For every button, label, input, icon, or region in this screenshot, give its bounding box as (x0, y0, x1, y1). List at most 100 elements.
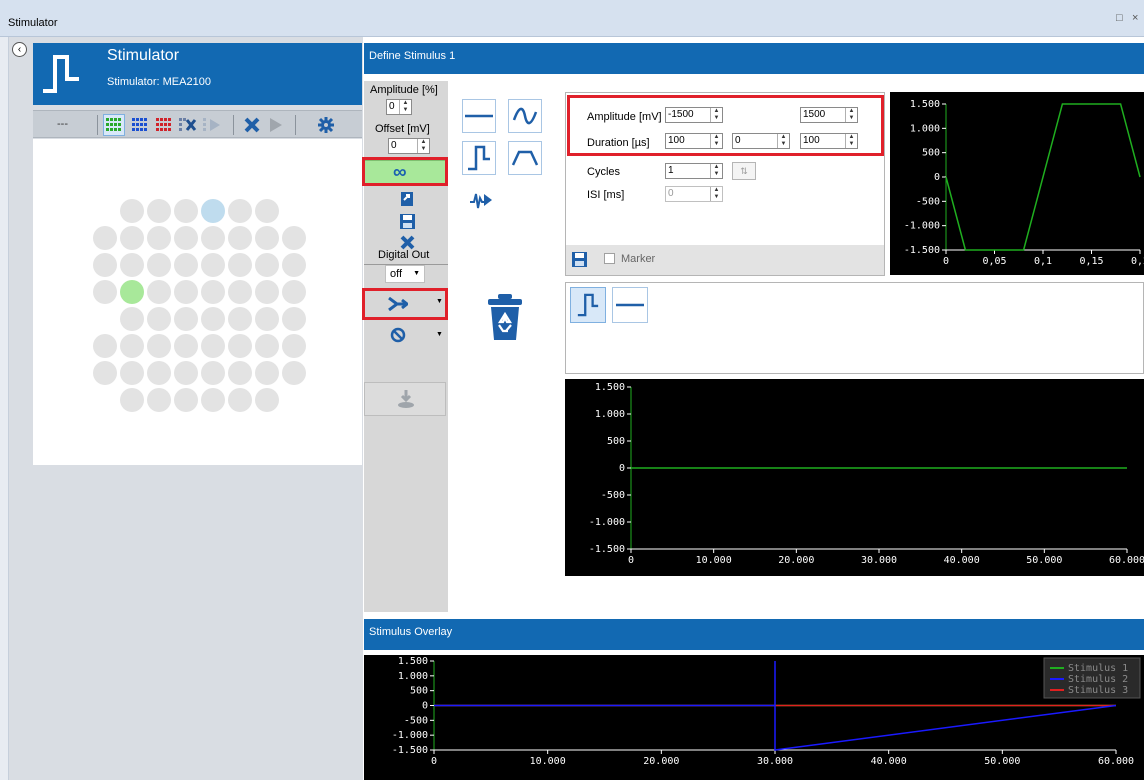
sequence-pulse-button[interactable] (570, 287, 606, 323)
electrode[interactable] (282, 334, 306, 358)
electrode[interactable] (255, 226, 279, 250)
electrode[interactable] (228, 307, 252, 331)
electrode[interactable] (120, 280, 144, 304)
electrode[interactable] (228, 253, 252, 277)
electrode[interactable] (147, 226, 171, 250)
electrode[interactable] (120, 361, 144, 385)
electrode[interactable] (201, 361, 225, 385)
electrode[interactable] (255, 361, 279, 385)
electrode[interactable] (201, 226, 225, 250)
electrode[interactable] (228, 226, 252, 250)
amplitude-high-input[interactable]: 1500 ▲ ▼ (800, 107, 858, 123)
export-icon[interactable] (398, 190, 416, 208)
stop-icon[interactable] (241, 114, 263, 136)
electrode[interactable] (255, 388, 279, 412)
duration-gap-input[interactable]: 0 ▲ ▼ (732, 133, 790, 149)
amplitude-percent-input[interactable]: 0 ▲ ▼ (386, 99, 412, 115)
save-pulse-icon[interactable] (570, 250, 588, 268)
electrode[interactable] (201, 199, 225, 223)
electrode[interactable] (120, 199, 144, 223)
electrode[interactable] (174, 280, 198, 304)
window-titlebar: Stimulator □ × (0, 0, 1144, 37)
electrode[interactable] (120, 253, 144, 277)
electrode[interactable] (174, 226, 198, 250)
electrode[interactable] (201, 334, 225, 358)
cycles-sort-icon[interactable]: ⇅ (732, 162, 756, 180)
restore-icon[interactable]: □ (1116, 12, 1123, 24)
electrode[interactable] (93, 280, 117, 304)
electrode[interactable] (282, 361, 306, 385)
select-all-electrodes-icon[interactable] (103, 114, 125, 136)
electrode[interactable] (255, 280, 279, 304)
electrode[interactable] (120, 226, 144, 250)
electrode[interactable] (93, 253, 117, 277)
custom-waveform-icon[interactable] (466, 188, 496, 214)
offset-input[interactable]: 0 ▲ ▼ (388, 138, 430, 154)
shape-rectangular-button[interactable] (462, 141, 496, 175)
trigger-dropdown-icon[interactable]: ▼ (436, 298, 443, 305)
electrode[interactable] (282, 253, 306, 277)
amplitude-low-input[interactable]: -1500 ▲ ▼ (665, 107, 723, 123)
sequence-constant-button[interactable] (612, 287, 648, 323)
electrode[interactable] (255, 199, 279, 223)
electrode[interactable] (255, 334, 279, 358)
electrode[interactable] (147, 199, 171, 223)
electrode[interactable] (201, 280, 225, 304)
electrode[interactable] (120, 334, 144, 358)
electrode[interactable] (201, 253, 225, 277)
disable-dropdown-icon[interactable]: ▼ (436, 331, 443, 338)
recycle-bin-icon[interactable] (484, 292, 526, 344)
electrode[interactable] (255, 307, 279, 331)
duration-high-input[interactable]: 100 ▲ ▼ (800, 133, 858, 149)
electrode[interactable] (93, 226, 117, 250)
electrode[interactable] (228, 388, 252, 412)
marker-checkbox[interactable] (604, 253, 615, 264)
electrode[interactable] (174, 334, 198, 358)
electrode[interactable] (174, 199, 198, 223)
play-icon[interactable] (265, 114, 287, 136)
electrode[interactable] (147, 388, 171, 412)
electrode[interactable] (228, 361, 252, 385)
settings-gear-icon[interactable] (315, 114, 337, 136)
electrode[interactable] (282, 307, 306, 331)
cycles-input[interactable]: 1 ▲ ▼ (665, 163, 723, 179)
electrode[interactable] (147, 307, 171, 331)
electrode[interactable] (147, 280, 171, 304)
electrode[interactable] (120, 307, 144, 331)
electrode-grid-red-icon[interactable] (153, 114, 175, 136)
electrode[interactable] (228, 280, 252, 304)
electrode[interactable] (174, 307, 198, 331)
electrode[interactable] (147, 334, 171, 358)
electrode[interactable] (228, 199, 252, 223)
clear-grid-selection-icon[interactable] (177, 114, 199, 136)
electrode[interactable] (93, 334, 117, 358)
save-icon[interactable] (398, 212, 416, 230)
shape-sine-button[interactable] (508, 99, 542, 133)
electrode[interactable] (174, 361, 198, 385)
electrode[interactable] (93, 361, 117, 385)
duration-low-input[interactable]: 100 ▲ ▼ (665, 133, 723, 149)
shape-constant-button[interactable] (462, 99, 496, 133)
trigger-split-icon[interactable] (386, 294, 410, 314)
electrode[interactable] (282, 280, 306, 304)
shape-trapezoid-button[interactable] (508, 141, 542, 175)
isi-input[interactable]: 0 ▲ ▼ (665, 186, 723, 202)
collapse-panel-button[interactable]: ‹ (12, 42, 27, 57)
disable-icon[interactable] (386, 325, 410, 345)
electrode[interactable] (147, 253, 171, 277)
electrode[interactable] (201, 307, 225, 331)
electrode[interactable] (120, 388, 144, 412)
x-tick-label: 10.000 (530, 756, 566, 767)
electrode[interactable] (228, 334, 252, 358)
electrode[interactable] (282, 226, 306, 250)
close-icon[interactable]: × (1132, 12, 1138, 24)
x-tick-label: 60.000 (1098, 756, 1134, 767)
electrode[interactable] (174, 253, 198, 277)
electrode[interactable] (174, 388, 198, 412)
electrode[interactable] (255, 253, 279, 277)
electrode[interactable] (201, 388, 225, 412)
electrode[interactable] (147, 361, 171, 385)
grid-play-disabled-icon[interactable] (201, 114, 223, 136)
digital-out-select[interactable]: off ▼ (385, 265, 425, 283)
electrode-grid-blue-icon[interactable] (129, 114, 151, 136)
